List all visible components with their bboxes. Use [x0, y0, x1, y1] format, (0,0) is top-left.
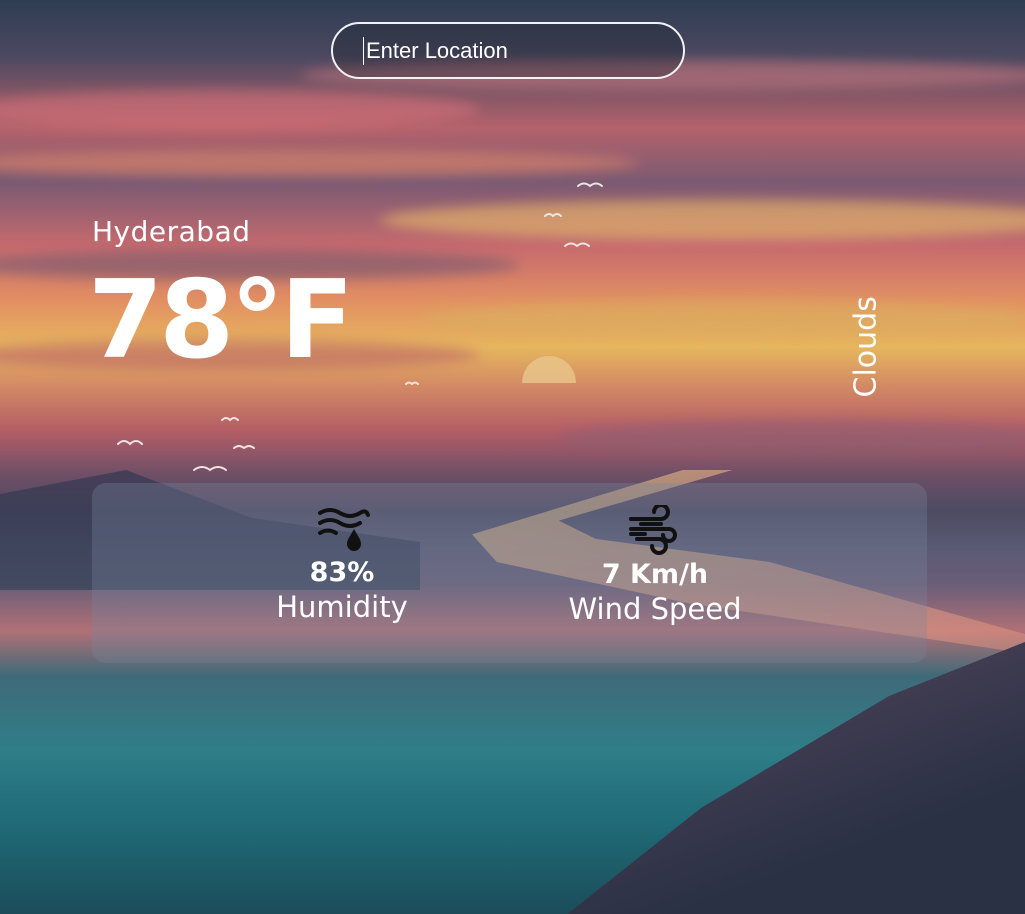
wind-value: 7 Km/h [601, 559, 709, 590]
humidity-stat: 83% Humidity [272, 505, 412, 624]
temperature-value: 78°F [88, 258, 354, 383]
wind-label: Wind Speed [568, 592, 742, 626]
location-search-box[interactable] [331, 22, 685, 79]
location-search-input[interactable] [363, 37, 666, 65]
humidity-value: 83% [309, 557, 375, 588]
city-name: Hyderabad [92, 215, 251, 248]
weather-stats-panel: 83% Humidity 7 Km/h Wind Speed [92, 483, 927, 663]
app-background: Hyderabad 78°F Clouds 83% Humidity [0, 0, 1025, 914]
wind-stat: 7 Km/h Wind Speed [555, 505, 755, 626]
birds-decoration [117, 182, 603, 472]
humidity-icon [318, 508, 370, 551]
weather-condition: Clouds [848, 296, 884, 398]
wind-icon [629, 505, 677, 555]
humidity-label: Humidity [276, 590, 408, 624]
